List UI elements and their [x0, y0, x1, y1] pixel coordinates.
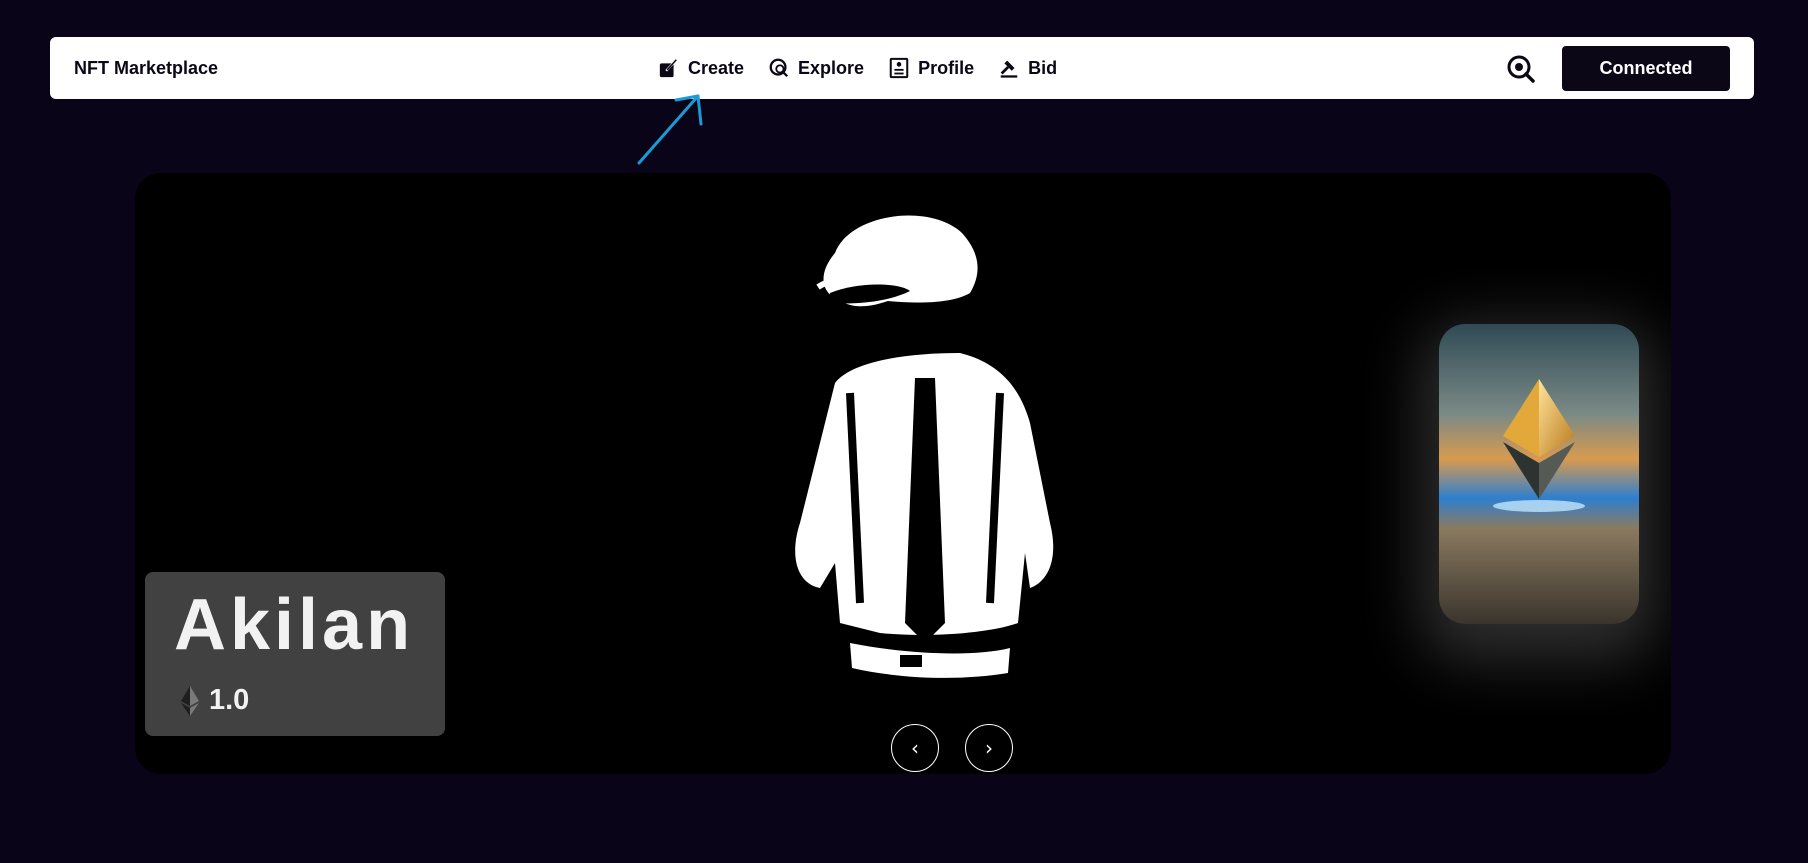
nav-explore-label: Explore — [798, 57, 865, 78]
nav-create-label: Create — [688, 57, 745, 78]
nav-links: Create Explore Profile Bid — [658, 37, 1057, 99]
nav-bid-label: Bid — [1028, 57, 1058, 78]
create-icon — [659, 59, 677, 78]
nav-profile[interactable]: Profile — [888, 57, 974, 79]
price-value: 1.0 — [209, 684, 250, 716]
explore-icon — [769, 58, 789, 78]
carousel-prev-button[interactable]: ‹ — [891, 724, 939, 772]
nft-name: Akilan — [174, 585, 415, 665]
annotation-arrow — [637, 94, 703, 165]
brand-title[interactable]: NFT Marketplace — [74, 37, 218, 99]
search-icon — [1507, 55, 1535, 83]
nft-artwork — [795, 215, 1054, 678]
search-button[interactable] — [1506, 54, 1536, 84]
next-nft-thumbnail[interactable] — [1439, 324, 1639, 624]
nft-info-card: Akilan 1.0 — [145, 572, 445, 736]
top-navbar: NFT Marketplace Create Explore Profile B… — [50, 37, 1754, 99]
nav-profile-label: Profile — [918, 57, 975, 78]
ethereum-art-thumbnail — [1439, 324, 1639, 624]
profile-icon — [889, 57, 909, 79]
ethereum-icon — [181, 685, 199, 716]
nft-price: 1.0 — [179, 684, 249, 717]
nav-create[interactable]: Create — [658, 57, 744, 79]
nav-bid[interactable]: Bid — [998, 57, 1057, 79]
nav-explore[interactable]: Explore — [768, 57, 864, 79]
hero-carousel: Akilan 1.0 ‹ › — [135, 173, 1671, 774]
connect-wallet-button[interactable]: Connected — [1562, 46, 1730, 91]
carousel-next-button[interactable]: › — [965, 724, 1013, 772]
bid-icon — [1000, 60, 1018, 78]
